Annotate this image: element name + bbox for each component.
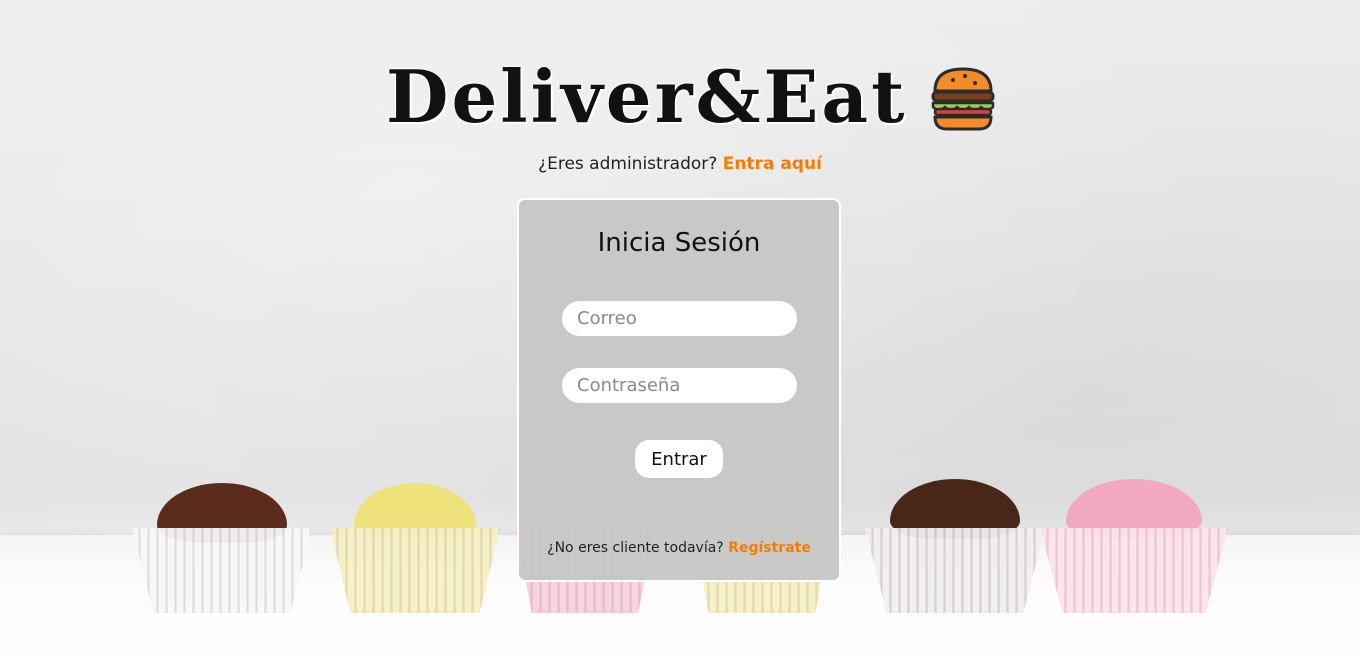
cupcake-yellow — [330, 478, 500, 613]
cupcake-pink — [1040, 476, 1228, 613]
admin-login-link[interactable]: Entra aquí — [723, 154, 822, 174]
admin-line: ¿Eres administrador? Entra aquí — [0, 154, 1360, 174]
signup-prompt: ¿No eres cliente todavía? — [547, 540, 724, 556]
cupcake-chocolate — [132, 478, 312, 613]
password-field[interactable] — [562, 368, 797, 403]
email-field[interactable] — [562, 301, 797, 336]
login-card: Inicia Sesión Entrar ¿No eres cliente to… — [517, 198, 841, 582]
login-button[interactable]: Entrar — [635, 440, 723, 478]
signup-link[interactable]: Regístrate — [728, 540, 811, 556]
signup-line: ¿No eres cliente todavía? Regístrate — [519, 540, 839, 556]
brand: Deliver&Eat — [386, 52, 999, 142]
cupcake-dark-chocolate — [865, 476, 1045, 613]
burger-icon — [931, 67, 995, 131]
admin-prompt: ¿Eres administrador? — [538, 154, 718, 174]
brand-title: Deliver&Eat — [386, 54, 908, 139]
login-title: Inicia Sesión — [597, 228, 761, 258]
